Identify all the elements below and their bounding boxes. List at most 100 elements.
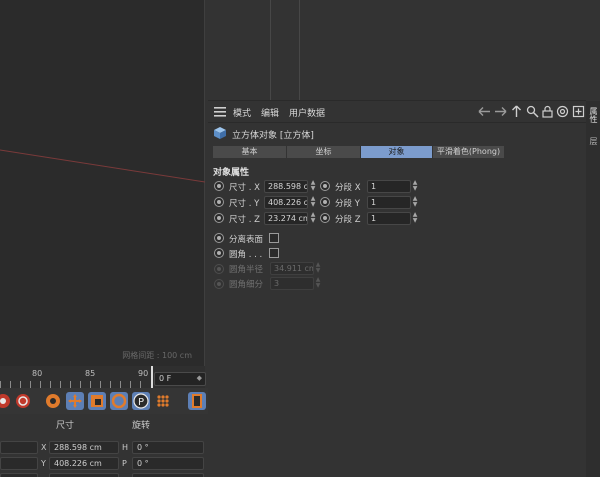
column-divider bbox=[270, 0, 271, 100]
attribute-menubar: 模式 编辑 用户数据 bbox=[208, 101, 586, 123]
animate-fillet-radius-radio bbox=[214, 264, 224, 274]
timeline-tick-label: 90 bbox=[138, 369, 149, 378]
tab-object[interactable]: 对象 bbox=[361, 146, 433, 158]
fillet-subdiv-input: 3 bbox=[270, 277, 314, 290]
point-level-icon[interactable] bbox=[154, 392, 172, 410]
coordinates-manager: 尺寸 旋转 X 288.598 cm H 0 ° Y 408.226 cm P … bbox=[0, 414, 208, 477]
rotation-header: 旋转 bbox=[132, 421, 151, 431]
back-arrow-icon[interactable] bbox=[478, 105, 491, 118]
size-x-input[interactable]: 288.598 cm bbox=[264, 180, 308, 193]
cube-object-icon bbox=[214, 127, 226, 139]
auto-key-icon[interactable] bbox=[14, 392, 32, 410]
forward-arrow-icon[interactable] bbox=[494, 105, 507, 118]
current-frame-value: 0 F bbox=[159, 374, 172, 383]
animate-fillet-subdiv-radio bbox=[214, 279, 224, 289]
menu-edit[interactable]: 编辑 bbox=[261, 106, 279, 119]
up-arrow-icon[interactable] bbox=[510, 105, 523, 118]
viewport-edge-line bbox=[0, 149, 205, 183]
seg-z-spinner-icon[interactable]: ▲ ▼ bbox=[411, 212, 419, 225]
size-axis-label: Y bbox=[41, 459, 46, 468]
size-z-spinner-icon[interactable]: ▲ ▼ bbox=[309, 212, 317, 225]
seg-z-label: 分段 Z bbox=[335, 215, 361, 225]
rotation-axis-label: P bbox=[122, 459, 127, 468]
side-tab-layers[interactable]: 层 bbox=[588, 137, 599, 145]
size-axis-label: X bbox=[41, 443, 47, 452]
object-title: 立方体对象 [立方体] bbox=[232, 131, 314, 141]
position-y-field[interactable] bbox=[0, 457, 38, 470]
animate-fillet-radio[interactable] bbox=[214, 248, 224, 258]
size-z-input[interactable]: 23.274 cm bbox=[264, 212, 308, 225]
size-y-field[interactable]: 408.226 cm bbox=[49, 457, 119, 470]
size-header: 尺寸 bbox=[56, 421, 75, 431]
fillet-subdiv-label: 圆角细分 bbox=[229, 280, 264, 290]
fillet-label: 圆角 . . . bbox=[229, 250, 263, 260]
size-z-field[interactable] bbox=[49, 473, 119, 477]
viewport[interactable]: 网格间距 : 100 cm bbox=[0, 0, 205, 366]
seg-z-input[interactable]: 1 bbox=[367, 212, 411, 225]
separate-surfaces-label: 分离表面 bbox=[229, 235, 264, 245]
size-y-label: 尺寸 . Y bbox=[229, 199, 260, 209]
object-manager[interactable] bbox=[208, 0, 586, 101]
animate-size-x-radio[interactable] bbox=[214, 181, 224, 191]
svg-text:P: P bbox=[138, 397, 144, 408]
size-y-input[interactable]: 408.226 cm bbox=[264, 196, 308, 209]
animate-seg-y-radio[interactable] bbox=[320, 197, 330, 207]
position-z-field[interactable] bbox=[0, 473, 38, 477]
column-divider bbox=[299, 0, 300, 100]
lock-icon[interactable] bbox=[541, 105, 554, 118]
menu-mode[interactable]: 模式 bbox=[233, 106, 251, 119]
move-key-icon[interactable] bbox=[66, 392, 84, 410]
target-icon[interactable] bbox=[556, 105, 569, 118]
timeline-playhead[interactable] bbox=[151, 366, 153, 388]
rotation-p-field[interactable]: 0 ° bbox=[132, 457, 204, 470]
timeline-tick-label: 80 bbox=[32, 369, 43, 378]
tab-basic[interactable]: 基本 bbox=[213, 146, 287, 158]
scale-key-icon[interactable] bbox=[88, 392, 106, 410]
tab-phong[interactable]: 平滑着色(Phong) bbox=[433, 146, 505, 158]
film-strip-icon[interactable] bbox=[188, 392, 206, 410]
keyframe-record-icon[interactable] bbox=[0, 392, 12, 410]
size-z-label: 尺寸 . Z bbox=[229, 215, 260, 225]
animate-seg-x-radio[interactable] bbox=[320, 181, 330, 191]
fillet-checkbox[interactable] bbox=[269, 248, 279, 258]
current-frame-field[interactable]: 0 F ◆ bbox=[154, 372, 206, 386]
attribute-manager: 模式 编辑 用户数据 立方体对象 [立方体] 基本 坐标 对象 平滑着色(Pho… bbox=[208, 101, 586, 477]
size-x-label: 尺寸 . X bbox=[229, 183, 260, 193]
grid-spacing-label: 网格间距 : 100 cm bbox=[122, 351, 192, 360]
animate-size-z-radio[interactable] bbox=[214, 213, 224, 223]
parameter-key-icon[interactable]: P bbox=[132, 392, 150, 410]
animate-size-y-radio[interactable] bbox=[214, 197, 224, 207]
fillet-subdiv-spinner-icon: ▲ ▼ bbox=[315, 276, 321, 289]
new-panel-icon[interactable] bbox=[572, 105, 585, 118]
animation-toolbar: P bbox=[0, 388, 208, 414]
tab-coordinates[interactable]: 坐标 bbox=[287, 146, 361, 158]
fillet-radius-label: 圆角半径 bbox=[229, 265, 264, 275]
attribute-tabs: 基本 坐标 对象 平滑着色(Phong) bbox=[213, 146, 505, 158]
key-selection-icon[interactable] bbox=[44, 392, 62, 410]
fillet-radius-input: 34.911 cm bbox=[270, 262, 314, 275]
menu-user-data[interactable]: 用户数据 bbox=[289, 106, 325, 119]
section-title: 对象属性 bbox=[213, 168, 250, 178]
position-x-field[interactable] bbox=[0, 441, 38, 454]
size-y-spinner-icon[interactable]: ▲ ▼ bbox=[309, 196, 317, 209]
animate-separate-surfaces-radio[interactable] bbox=[214, 233, 224, 243]
seg-y-input[interactable]: 1 bbox=[367, 196, 411, 209]
fillet-radius-spinner-icon: ▲ ▼ bbox=[315, 261, 321, 274]
rotate-key-icon[interactable] bbox=[110, 392, 128, 410]
seg-y-label: 分段 Y bbox=[335, 199, 360, 209]
timeline-ticks bbox=[0, 381, 150, 388]
rotation-h-field[interactable]: 0 ° bbox=[132, 441, 204, 454]
size-x-spinner-icon[interactable]: ▲ ▼ bbox=[309, 180, 317, 193]
hamburger-menu-icon[interactable] bbox=[214, 107, 226, 117]
seg-y-spinner-icon[interactable]: ▲ ▼ bbox=[411, 196, 419, 209]
seg-x-spinner-icon[interactable]: ▲ ▼ bbox=[411, 180, 419, 193]
search-icon[interactable] bbox=[526, 105, 539, 118]
side-tab-attributes[interactable]: 属性 bbox=[588, 107, 599, 123]
seg-x-input[interactable]: 1 bbox=[367, 180, 411, 193]
size-x-field[interactable]: 288.598 cm bbox=[49, 441, 119, 454]
separate-surfaces-checkbox[interactable] bbox=[269, 233, 279, 243]
animate-seg-z-radio[interactable] bbox=[320, 213, 330, 223]
frame-spinner-icon[interactable]: ◆ bbox=[197, 374, 202, 382]
side-tab-strip: 属性 层 bbox=[586, 101, 600, 477]
rotation-b-field[interactable] bbox=[132, 473, 204, 477]
